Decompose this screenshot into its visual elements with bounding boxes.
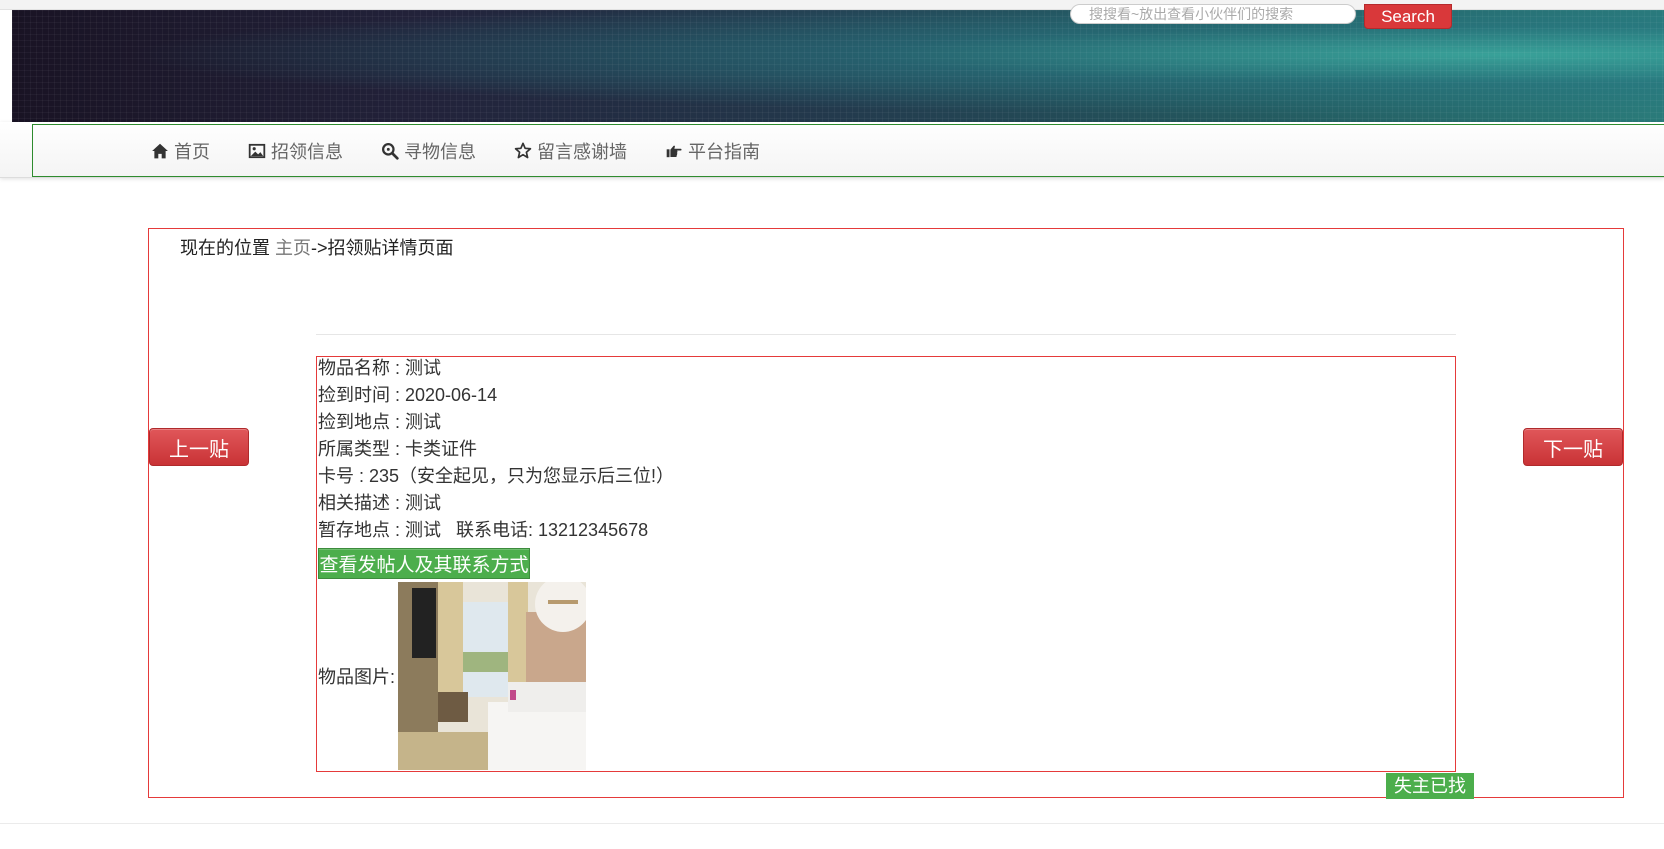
- owner-found-badge[interactable]: 失主已找到: [1386, 773, 1474, 822]
- main-navbar: 首页 招领信息 寻物信息 留言感谢墙 平台指南: [32, 124, 1664, 177]
- item-description: 相关描述 : 测试: [318, 493, 442, 513]
- footer-divider: [0, 823, 1664, 824]
- nav-item-label: 留言感谢墙: [537, 141, 627, 162]
- card-number: 卡号 : 235（安全起见，只为您显示后三位!）: [318, 466, 675, 486]
- search-button[interactable]: Search: [1364, 4, 1452, 29]
- search-input[interactable]: [1070, 4, 1356, 24]
- picture-icon: [248, 142, 266, 160]
- found-place: 捡到地点 : 测试: [318, 412, 442, 432]
- nav-item-home[interactable]: 首页: [151, 138, 210, 164]
- star-icon: [514, 142, 532, 160]
- found-date: 捡到时间 : 2020-06-14: [318, 385, 498, 405]
- content-divider: [316, 334, 1456, 335]
- breadcrumb-home-link[interactable]: 主页: [275, 238, 311, 258]
- zoom-search-icon: [381, 142, 399, 160]
- breadcrumb-current: ->招领贴详情页面: [311, 238, 454, 258]
- item-image-label: 物品图片:: [318, 667, 396, 687]
- nav-item-label: 平台指南: [688, 141, 760, 162]
- storage-and-phone: 暂存地点 : 测试 联系电话: 13212345678: [318, 520, 649, 540]
- item-name: 物品名称 : 测试: [318, 358, 442, 378]
- nav-item-label: 首页: [174, 141, 210, 162]
- nav-item-guide[interactable]: 平台指南: [665, 138, 760, 164]
- view-poster-contact-button[interactable]: 查看发帖人及其联系方式: [318, 548, 530, 579]
- hotel-room-photo-icon: [398, 582, 586, 770]
- nav-item-label: 招领信息: [271, 141, 343, 162]
- nav-item-thanks-wall[interactable]: 留言感谢墙: [514, 138, 627, 164]
- prev-post-button[interactable]: 上一贴: [149, 428, 249, 466]
- hand-point-right-icon: [665, 142, 683, 160]
- breadcrumb-prefix: 现在的位置: [180, 238, 270, 258]
- next-post-button[interactable]: 下一贴: [1523, 428, 1623, 466]
- home-icon: [151, 142, 169, 160]
- item-photo[interactable]: [398, 582, 586, 770]
- item-type: 所属类型 : 卡类证件: [318, 439, 478, 459]
- nav-item-lost-info[interactable]: 寻物信息: [381, 138, 476, 164]
- breadcrumb: 现在的位置 主页->招领贴详情页面: [180, 234, 454, 260]
- nav-item-found-info[interactable]: 招领信息: [248, 138, 343, 164]
- nav-item-label: 寻物信息: [404, 141, 476, 162]
